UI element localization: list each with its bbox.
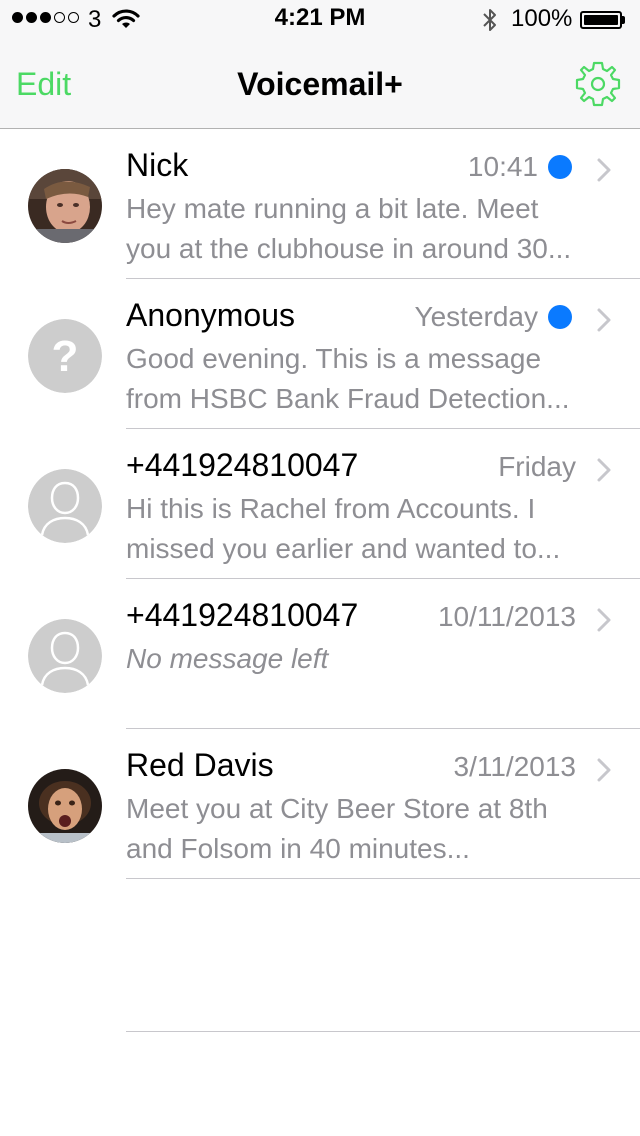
avatar (28, 169, 102, 243)
voicemail-date: Friday (498, 451, 576, 482)
bluetooth-icon (482, 7, 498, 38)
contact-name: +441924810047 (126, 597, 359, 633)
page-title: Voicemail+ (237, 66, 403, 102)
header: 3 4:21 PM 100% Edit Voicemail+ (0, 0, 640, 129)
svg-text:?: ? (52, 332, 79, 381)
voicemail-date: Yesterday (414, 301, 539, 332)
voicemail-list: Nick 10:41 Hey mate running a bit late. … (0, 129, 640, 879)
message-preview: Meet you at City Beer Store at 8th and F… (126, 793, 548, 864)
status-bar: 3 4:21 PM 100% (0, 0, 640, 40)
chevron-right-icon (596, 457, 612, 488)
battery-percent: 100% (511, 5, 573, 32)
voicemail-row[interactable]: ? Anonymous Yesterday Good evening. This… (0, 279, 640, 429)
voicemail-row[interactable]: Nick 10:41 Hey mate running a bit late. … (0, 129, 640, 279)
contact-name: Anonymous (126, 297, 295, 333)
unread-indicator (548, 305, 572, 329)
voicemail-date: 10:41 (467, 151, 538, 182)
question-mark-icon: ? (28, 319, 102, 393)
voicemail-row[interactable]: +441924810047 10/11/2013 No message left (0, 579, 640, 729)
unread-indicator (548, 155, 572, 179)
contact-name: Nick (126, 147, 189, 183)
message-preview: Hi this is Rachel from Accounts. I misse… (126, 493, 561, 564)
voicemail-date: 10/11/2013 (437, 601, 576, 632)
list-separator (126, 1031, 640, 1032)
message-preview: No message left (126, 643, 329, 674)
person-silhouette-icon (28, 619, 102, 693)
chevron-right-icon (596, 757, 612, 788)
person-silhouette-icon (28, 469, 102, 543)
battery-icon (580, 11, 622, 29)
avatar (28, 769, 102, 843)
voicemail-row[interactable]: +441924810047 Friday Hi this is Rachel f… (0, 429, 640, 579)
message-preview: Good evening. This is a message from HSB… (126, 343, 570, 414)
chevron-right-icon (596, 307, 612, 338)
contact-name: Red Davis (126, 747, 274, 783)
chevron-right-icon (596, 607, 612, 638)
chevron-right-icon (596, 157, 612, 188)
contact-name: +441924810047 (126, 447, 359, 483)
message-preview: Hey mate running a bit late. Meet you at… (126, 193, 572, 264)
gear-icon[interactable] (574, 60, 622, 108)
voicemail-date: 3/11/2013 (453, 751, 577, 782)
voicemail-row[interactable]: Red Davis 3/11/2013 Meet you at City Bee… (0, 729, 640, 879)
